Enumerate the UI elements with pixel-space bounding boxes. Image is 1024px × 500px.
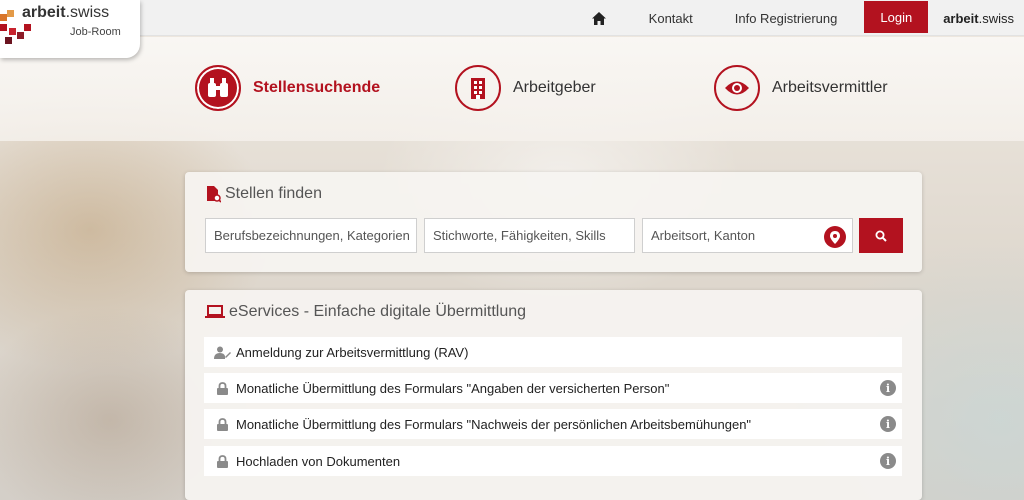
eservice-item-label: Hochladen von Dokumenten <box>236 453 401 469</box>
map-marker-icon <box>830 230 840 244</box>
brand-bold: arbeit <box>943 10 979 26</box>
job-search-card: Stellen finden Berufsbezeichnungen, Kate… <box>185 172 922 272</box>
brand-rest: .swiss <box>978 10 1014 26</box>
location-pin-icon[interactable] <box>824 226 846 248</box>
home-icon <box>591 11 606 25</box>
search-icon <box>875 230 887 242</box>
eye-icon <box>725 81 749 95</box>
binoculars-icon <box>208 78 228 97</box>
info-icon[interactable]: i <box>880 380 896 396</box>
logo[interactable]: arbeit.swiss Job-Room <box>0 0 140 58</box>
eservice-item-label: Monatliche Übermittlung des Formulars "A… <box>236 380 670 396</box>
nav-info-registration-link[interactable]: Info Registrierung <box>714 2 859 34</box>
user-edit-icon <box>204 346 236 359</box>
role-placement-agents[interactable]: Arbeitsvermittler <box>714 65 888 111</box>
eservices-title-text: eServices - Einfache digitale Übermittlu… <box>229 303 527 320</box>
logo-title: arbeit.swiss <box>22 4 109 22</box>
search-button[interactable] <box>859 218 903 253</box>
role-placement-agents-circle <box>714 65 760 111</box>
lock-icon <box>204 454 236 468</box>
role-job-seekers-circle <box>195 65 241 111</box>
role-employers-label: Arbeitgeber <box>513 79 596 96</box>
job-search-title: Stellen finden <box>205 185 322 203</box>
eservice-item-label: Monatliche Übermittlung des Formulars "N… <box>236 416 752 432</box>
home-link[interactable] <box>578 2 620 34</box>
logo-name-main: arbeit <box>22 4 66 21</box>
role-job-seekers[interactable]: Stellensuchende <box>195 65 380 111</box>
info-icon[interactable]: i <box>880 416 896 432</box>
document-search-icon <box>207 186 221 203</box>
location-input-placeholder: Arbeitsort, Kanton <box>651 228 756 243</box>
role-job-seekers-label: Stellensuchende <box>253 79 381 96</box>
eservice-item-upload-documents[interactable]: Hochladen von Dokumenten i <box>204 446 902 476</box>
eservice-item-work-efforts-form[interactable]: Monatliche Übermittlung des Formulars "N… <box>204 409 902 439</box>
eservice-item-registration[interactable]: Anmeldung zur Arbeitsvermittlung (RAV) <box>204 337 902 367</box>
login-button[interactable]: Login <box>864 1 929 33</box>
logo-name-suffix: .swiss <box>65 4 110 21</box>
top-navigation-bar: Kontakt Info Registrierung Login arbeit.… <box>0 0 1024 36</box>
lock-icon <box>204 381 236 395</box>
eservices-card: eServices - Einfache digitale Übermittlu… <box>185 290 922 500</box>
keywords-input[interactable]: Stichworte, Fähigkeiten, Skills <box>424 218 635 253</box>
role-placement-agents-label: Arbeitsvermittler <box>772 79 888 96</box>
top-nav: Kontakt Info Registrierung Login arbeit.… <box>578 0 1024 36</box>
eservice-item-insured-person-form[interactable]: Monatliche Übermittlung des Formulars "A… <box>204 373 902 403</box>
building-icon <box>471 78 485 99</box>
role-employers[interactable]: Arbeitgeber <box>455 65 596 111</box>
role-employers-circle <box>455 65 501 111</box>
logo-subtitle: Job-Room <box>70 26 121 38</box>
info-icon[interactable]: i <box>880 453 896 469</box>
laptop-icon <box>205 305 225 318</box>
occupation-input[interactable]: Berufsbezeichnungen, Kategorien <box>205 218 417 253</box>
lock-icon <box>204 417 236 431</box>
job-search-title-text: Stellen finden <box>225 185 322 202</box>
eservices-title: eServices - Einfache digitale Übermittlu… <box>205 303 526 321</box>
eservice-item-label: Anmeldung zur Arbeitsvermittlung (RAV) <box>236 344 469 360</box>
nav-contact-link[interactable]: Kontakt <box>628 2 714 34</box>
brand-link[interactable]: arbeit .swiss <box>928 2 1024 34</box>
role-selector: Stellensuchende Arbeitgeber Arbeitsvermi… <box>0 37 1024 141</box>
location-input[interactable]: Arbeitsort, Kanton <box>642 218 853 253</box>
